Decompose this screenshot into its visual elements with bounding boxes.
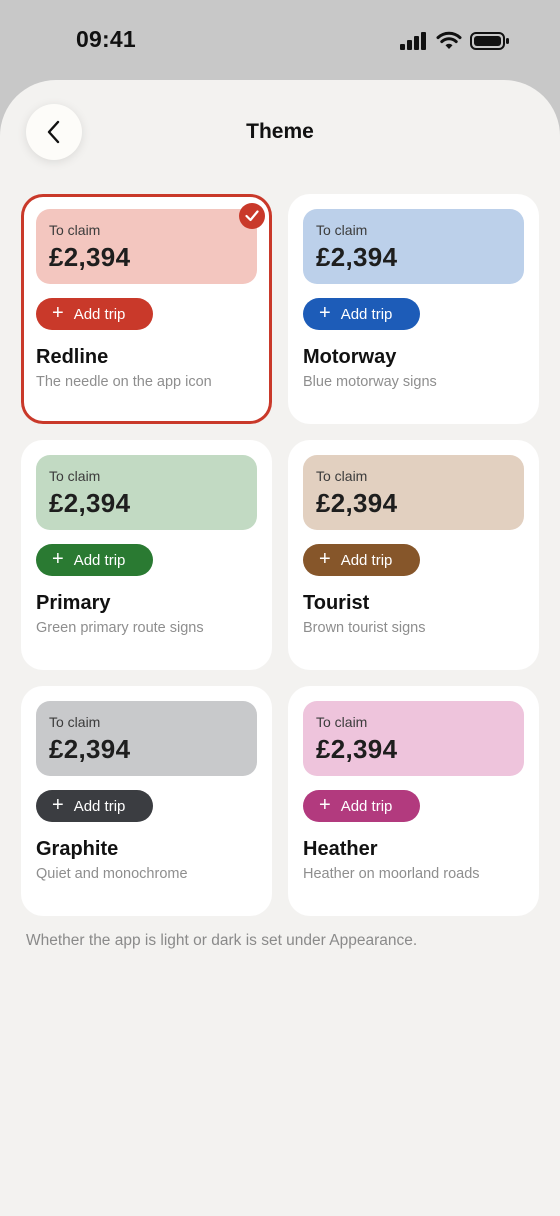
plus-icon: + — [319, 794, 331, 816]
add-trip-button[interactable]: + Add trip — [303, 544, 420, 576]
status-bar: 09:41 — [0, 0, 560, 80]
claim-label: To claim — [316, 222, 368, 238]
plus-icon: + — [52, 794, 64, 816]
claim-label: To claim — [49, 714, 101, 730]
theme-card-primary[interactable]: To claim £2,394 + Add trip Primary Green… — [21, 440, 272, 670]
claim-amount: £2,394 — [49, 242, 131, 272]
wifi-icon — [436, 31, 462, 49]
claim-amount: £2,394 — [316, 734, 398, 764]
add-trip-button[interactable]: + Add trip — [36, 544, 153, 576]
theme-preview: To claim £2,394 — [303, 701, 524, 776]
add-trip-label: Add trip — [340, 797, 393, 815]
appearance-footnote: Whether the app is light or dark is set … — [26, 932, 418, 949]
plus-icon: + — [52, 302, 64, 324]
page-title: Theme — [246, 120, 314, 143]
add-trip-label: Add trip — [73, 305, 126, 323]
theme-description: Heather on moorland roads — [303, 866, 480, 882]
add-trip-label: Add trip — [73, 797, 126, 815]
plus-icon: + — [319, 548, 331, 570]
theme-preview: To claim £2,394 — [303, 209, 524, 284]
theme-sheet: Theme To claim £2,394 + Add trip Redline… — [0, 80, 560, 1216]
theme-description: Brown tourist signs — [303, 620, 426, 636]
status-icons — [400, 30, 510, 52]
theme-preview: To claim £2,394 — [36, 455, 257, 530]
theme-name: Graphite — [36, 838, 119, 860]
theme-card-redline[interactable]: To claim £2,394 + Add trip Redline The n… — [21, 194, 272, 424]
theme-card-heather[interactable]: To claim £2,394 + Add trip Heather Heath… — [288, 686, 539, 916]
plus-icon: + — [319, 302, 331, 324]
theme-grid: To claim £2,394 + Add trip Redline The n… — [21, 194, 539, 916]
theme-preview: To claim £2,394 — [36, 209, 257, 284]
theme-description: Green primary route signs — [36, 620, 204, 636]
status-time: 09:41 — [76, 26, 136, 52]
theme-preview: To claim £2,394 — [36, 701, 257, 776]
theme-name: Primary — [36, 592, 111, 614]
add-trip-button[interactable]: + Add trip — [36, 298, 153, 330]
claim-amount: £2,394 — [316, 488, 398, 518]
theme-description: The needle on the app icon — [36, 374, 212, 390]
selected-check-icon — [239, 203, 265, 229]
claim-label: To claim — [49, 222, 101, 238]
claim-amount: £2,394 — [49, 488, 131, 518]
add-trip-label: Add trip — [73, 551, 126, 569]
claim-label: To claim — [316, 468, 368, 484]
battery-icon — [470, 32, 509, 50]
theme-name: Redline — [36, 346, 109, 368]
theme-name: Motorway — [303, 346, 397, 368]
theme-description: Blue motorway signs — [303, 374, 437, 390]
signal-icon — [400, 32, 426, 50]
theme-card-tourist[interactable]: To claim £2,394 + Add trip Tourist Brown… — [288, 440, 539, 670]
add-trip-label: Add trip — [340, 305, 393, 323]
add-trip-button[interactable]: + Add trip — [36, 790, 153, 822]
add-trip-button[interactable]: + Add trip — [303, 298, 420, 330]
theme-description: Quiet and monochrome — [36, 866, 188, 882]
plus-icon: + — [52, 548, 64, 570]
claim-amount: £2,394 — [316, 242, 398, 272]
claim-amount: £2,394 — [49, 734, 131, 764]
theme-preview: To claim £2,394 — [303, 455, 524, 530]
theme-card-motorway[interactable]: To claim £2,394 + Add trip Motorway Blue… — [288, 194, 539, 424]
theme-name: Tourist — [303, 592, 370, 614]
claim-label: To claim — [49, 468, 101, 484]
theme-name: Heather — [303, 838, 378, 860]
add-trip-label: Add trip — [340, 551, 393, 569]
add-trip-button[interactable]: + Add trip — [303, 790, 420, 822]
theme-card-graphite[interactable]: To claim £2,394 + Add trip Graphite Quie… — [21, 686, 272, 916]
claim-label: To claim — [316, 714, 368, 730]
